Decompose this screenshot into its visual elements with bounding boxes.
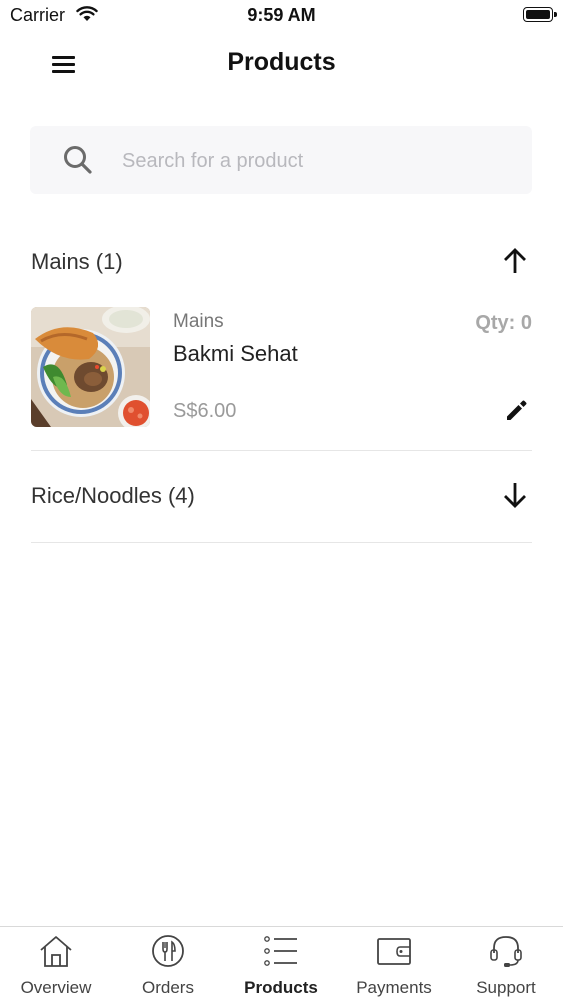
page-title: Products [227, 48, 336, 76]
tab-label: Overview [20, 978, 92, 997]
tab-label: Support [476, 978, 536, 997]
tab-label: Payments [356, 978, 432, 997]
search-bar[interactable] [30, 126, 532, 196]
section-title: Rice/Noodles (4) [31, 483, 195, 508]
arrow-up-icon[interactable] [502, 247, 528, 275]
tab-orders[interactable]: Orders [112, 927, 224, 1001]
section-header-rice-noodles[interactable]: Rice/Noodles (4) [31, 477, 532, 517]
headset-icon [490, 936, 522, 967]
nav-bar: Products [0, 34, 563, 94]
divider [31, 542, 532, 543]
status-time: 9:59 AM [247, 5, 316, 25]
section-header-mains[interactable]: Mains (1) [31, 243, 532, 283]
tab-products[interactable]: Products [225, 927, 337, 1001]
tab-bar: Overview Orders Products Payments Suppor… [0, 926, 563, 1000]
product-price: S$6.00 [173, 400, 237, 422]
edit-button[interactable] [504, 397, 530, 423]
home-icon [40, 936, 72, 967]
status-bar: Carrier 9:59 AM [0, 0, 563, 34]
product-name: Bakmi Sehat [173, 341, 298, 366]
pencil-icon [507, 400, 527, 420]
tab-support[interactable]: Support [450, 927, 562, 1001]
arrow-down-icon[interactable] [502, 481, 528, 509]
tab-label: Products [244, 978, 318, 997]
tab-overview[interactable]: Overview [0, 927, 112, 1001]
product-card[interactable]: Mains Bakmi Sehat S$6.00 Qty: 0 [31, 307, 532, 429]
list-icon [264, 936, 297, 966]
search-icon [64, 146, 92, 174]
tab-payments[interactable]: Payments [338, 927, 450, 1001]
product-qty: Qty: 0 [475, 312, 532, 334]
section-title: Mains (1) [31, 249, 123, 274]
product-image [31, 307, 150, 427]
utensils-icon [152, 935, 184, 967]
battery-icon [523, 7, 557, 22]
wallet-icon [377, 938, 411, 965]
product-category: Mains [173, 311, 224, 332]
divider [31, 450, 532, 451]
tab-label: Orders [142, 978, 194, 997]
search-input[interactable] [120, 126, 524, 196]
